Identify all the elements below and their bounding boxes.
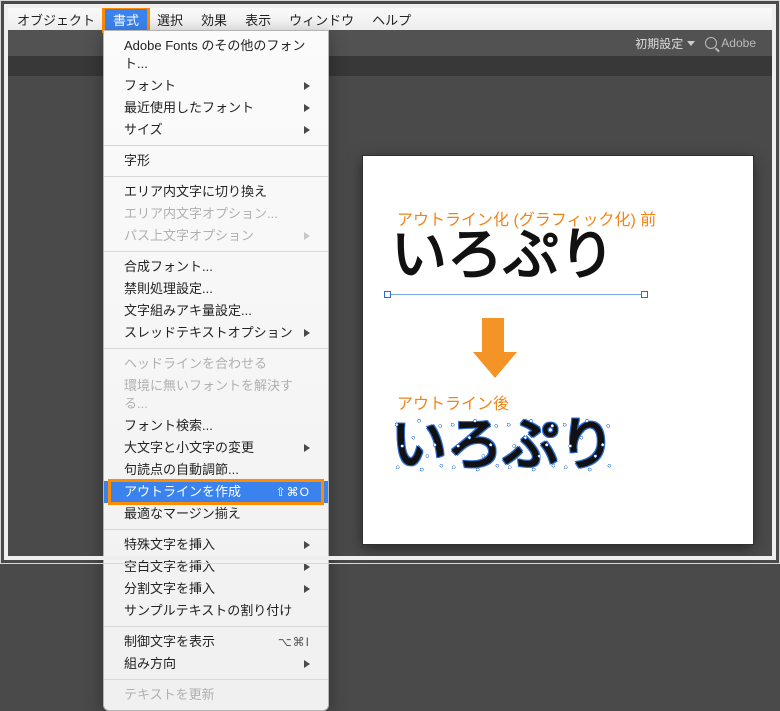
outlined-glyph[interactable]: い	[391, 418, 447, 474]
menu-item-label: 大文字と小文字の変更	[124, 439, 254, 457]
artboard: アウトライン化 (グラフィック化) 前 いろぷり アウトライン後 いろぷり	[363, 156, 753, 544]
search-placeholder: Adobe	[721, 36, 756, 50]
menu-object[interactable]: オブジェクト	[8, 8, 104, 31]
menu-item[interactable]: 特殊文字を挿入	[104, 534, 328, 556]
menu-item[interactable]: 合成フォント...	[104, 256, 328, 278]
menu-item-label: 最近使用したフォント	[124, 99, 254, 117]
menu-item-label: フォント検索...	[124, 417, 213, 435]
menu-item-label: 組み方向	[124, 655, 176, 673]
menu-item-label: パス上文字オプション	[124, 227, 254, 245]
menu-item-label: エリア内文字に切り換え	[124, 183, 267, 201]
search-box[interactable]: Adobe	[705, 36, 756, 50]
menu-item-label: 句読点の自動調節...	[124, 461, 239, 479]
menu-item-label: 禁則処理設定...	[124, 280, 213, 298]
sample-text-after[interactable]: いろぷり	[391, 418, 615, 474]
search-icon	[705, 37, 717, 49]
menu-item-label: テキストを更新	[124, 686, 215, 704]
menu-item-label: アウトラインを作成	[124, 483, 241, 501]
chevron-down-icon	[687, 41, 695, 46]
submenu-arrow-icon	[304, 660, 310, 668]
menu-item[interactable]: サンプルテキストの割り付け	[104, 600, 328, 622]
arrow-down-icon	[473, 318, 513, 378]
menu-item[interactable]: フォント検索...	[104, 415, 328, 437]
menu-item[interactable]: 組み方向	[104, 653, 328, 675]
menu-item[interactable]: フォント	[104, 75, 328, 97]
menu-select[interactable]: 選択	[148, 8, 192, 31]
outlined-glyph[interactable]: ぷ	[503, 418, 559, 474]
menu-item[interactable]: スレッドテキストオプション	[104, 322, 328, 344]
outlined-glyph[interactable]: り	[559, 418, 615, 474]
submenu-arrow-icon	[304, 232, 310, 240]
menu-item[interactable]: アウトラインを作成 ⇧⌘O	[104, 481, 328, 503]
menu-item[interactable]: 最適なマージン揃え	[104, 503, 328, 525]
sample-text-before[interactable]: いろぷり	[391, 228, 615, 284]
menu-item[interactable]: 文字組みアキ量設定...	[104, 300, 328, 322]
menu-item-label: フォント	[124, 77, 176, 95]
menu-item: テキストを更新	[104, 684, 328, 706]
submenu-arrow-icon	[304, 541, 310, 549]
menu-item-label: 環境に無いフォントを解決する...	[124, 377, 310, 413]
menu-item-label: 分割文字を挿入	[124, 580, 215, 598]
menu-item[interactable]: 大文字と小文字の変更	[104, 437, 328, 459]
submenu-arrow-icon	[304, 563, 310, 571]
menu-help[interactable]: ヘルプ	[363, 8, 420, 31]
menu-type[interactable]: 書式	[104, 8, 148, 31]
submenu-arrow-icon	[304, 585, 310, 593]
menu-item[interactable]: 字形	[104, 150, 328, 172]
menu-item-shortcut: ⇧⌘O	[276, 483, 310, 501]
menu-item: パス上文字オプション	[104, 225, 328, 247]
outlined-glyph[interactable]: ろ	[447, 418, 503, 474]
submenu-arrow-icon	[304, 126, 310, 134]
menu-item-label: 文字組みアキ量設定...	[124, 302, 252, 320]
submenu-arrow-icon	[304, 329, 310, 337]
text-baseline-indicator	[387, 294, 645, 295]
menu-item[interactable]: 最近使用したフォント	[104, 97, 328, 119]
menu-item-label: 最適なマージン揃え	[124, 505, 241, 523]
menu-effect[interactable]: 効果	[192, 8, 236, 31]
menu-item: ヘッドラインを合わせる	[104, 353, 328, 375]
menu-item: エリア内文字オプション...	[104, 203, 328, 225]
menu-item-label: サンプルテキストの割り付け	[124, 602, 292, 620]
menu-item[interactable]: 空白文字を挿入	[104, 556, 328, 578]
menu-item[interactable]: 禁則処理設定...	[104, 278, 328, 300]
menu-item-label: サイズ	[124, 121, 163, 139]
menu-item-label: 制御文字を表示	[124, 633, 215, 651]
menu-item: 環境に無いフォントを解決する...	[104, 375, 328, 415]
menu-item[interactable]: 句読点の自動調節...	[104, 459, 328, 481]
menu-item[interactable]: サイズ	[104, 119, 328, 141]
type-menu-dropdown: Adobe Fonts のその他のフォント... フォント最近使用したフォントサイ…	[103, 30, 329, 711]
menubar: オブジェクト 書式 選択 効果 表示 ウィンドウ ヘルプ	[8, 8, 772, 30]
menu-item-label: 字形	[124, 152, 150, 170]
menu-item-shortcut: ⌥⌘I	[278, 633, 310, 651]
menu-item-label: ヘッドラインを合わせる	[124, 355, 267, 373]
menu-item-label: スレッドテキストオプション	[124, 324, 293, 342]
preset-dropdown[interactable]: 初期設定	[635, 35, 695, 52]
menu-item[interactable]: 分割文字を挿入	[104, 578, 328, 600]
menu-view[interactable]: 表示	[236, 8, 280, 31]
menu-item-label: 特殊文字を挿入	[124, 536, 215, 554]
menu-item-label: Adobe Fonts のその他のフォント...	[124, 37, 310, 73]
preset-label: 初期設定	[635, 35, 683, 52]
menu-item-label: エリア内文字オプション...	[124, 205, 278, 223]
menu-item[interactable]: Adobe Fonts のその他のフォント...	[104, 35, 328, 75]
menu-window[interactable]: ウィンドウ	[280, 8, 363, 31]
menu-item[interactable]: エリア内文字に切り換え	[104, 181, 328, 203]
menu-item-label: 空白文字を挿入	[124, 558, 215, 576]
menu-item[interactable]: 制御文字を表示 ⌥⌘I	[104, 631, 328, 653]
label-after-outline: アウトライン後	[397, 390, 509, 414]
submenu-arrow-icon	[304, 444, 310, 452]
menu-item-label: 合成フォント...	[124, 258, 213, 276]
submenu-arrow-icon	[304, 82, 310, 90]
submenu-arrow-icon	[304, 104, 310, 112]
